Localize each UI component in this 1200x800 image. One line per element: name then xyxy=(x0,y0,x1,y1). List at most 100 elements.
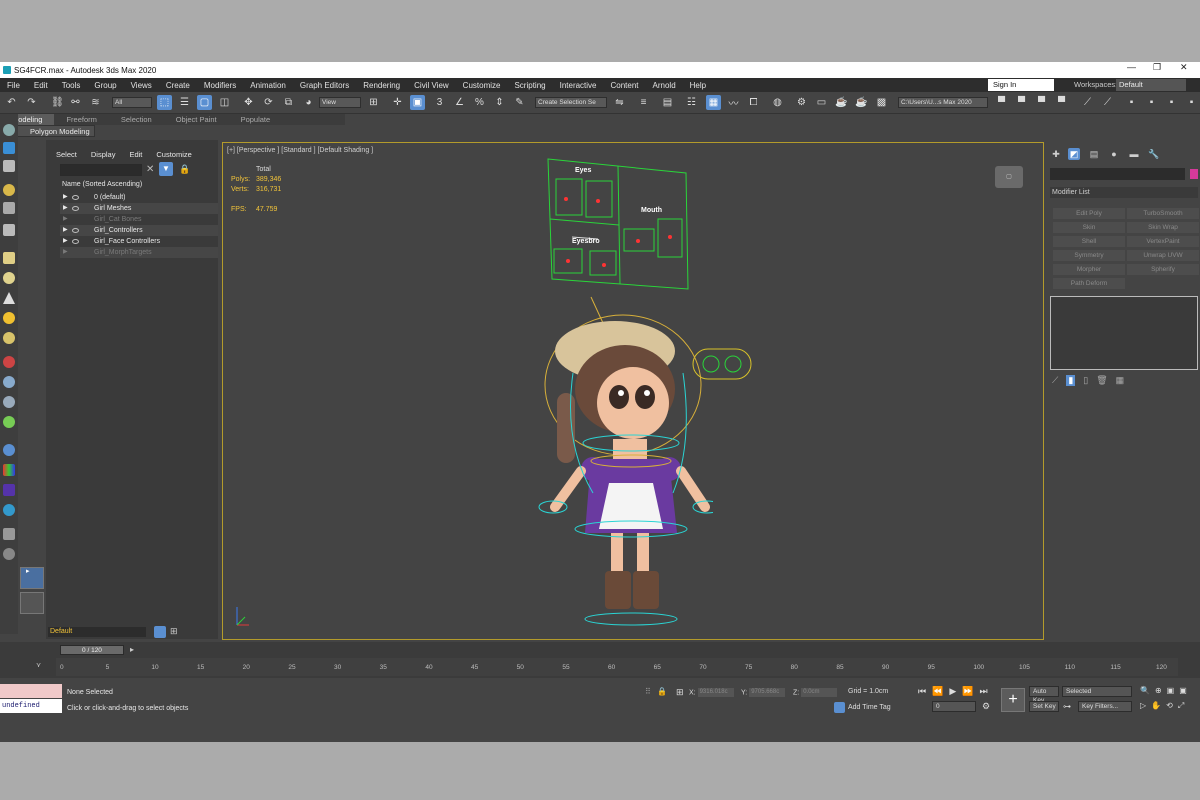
globe-icon[interactable] xyxy=(3,504,15,516)
play-icon[interactable]: ▶ xyxy=(949,686,956,697)
project-settings-icon[interactable]: ▀ xyxy=(1054,95,1069,110)
modifier-list-dropdown[interactable]: Modifier List xyxy=(1050,187,1198,198)
workspaces-dropdown[interactable]: Default xyxy=(1116,79,1186,91)
project-save-icon[interactable]: ▀ xyxy=(1034,95,1049,110)
edit-named-sel-icon[interactable]: ✎ xyxy=(512,95,527,110)
scene-row[interactable]: ▶ Girl_MorphTargets xyxy=(60,247,218,258)
face-controller-panel[interactable] xyxy=(546,157,691,291)
help-icon[interactable] xyxy=(3,548,15,560)
current-frame-field[interactable]: 0 xyxy=(932,701,976,712)
close-icon[interactable]: ✕ xyxy=(1180,62,1188,73)
link-icon[interactable]: ⛓ xyxy=(50,95,65,110)
modifier-vertexpaint-button[interactable]: VertexPaint xyxy=(1127,236,1199,247)
x-coordinate[interactable]: X: 9316.018c xyxy=(689,688,734,697)
spinner-snap-icon[interactable]: ⇕ xyxy=(492,95,507,110)
utilities-tab-icon[interactable]: 🔧 xyxy=(1148,148,1160,160)
render-online-icon[interactable]: ▩ xyxy=(874,95,889,110)
color-palette-icon[interactable] xyxy=(3,464,15,476)
menu-create[interactable]: Create xyxy=(159,81,197,90)
pin-stack-icon[interactable]: ⟋ xyxy=(1052,375,1058,386)
expand-arrow-icon[interactable]: ▸ xyxy=(26,567,36,577)
scene-row[interactable]: ▶ Girl Meshes xyxy=(60,203,218,214)
viewcube-icon[interactable]: ▢ xyxy=(995,166,1023,188)
add-time-tag[interactable]: Add Time Tag xyxy=(848,704,891,711)
redo-icon[interactable]: ↷ xyxy=(24,95,39,110)
filter-icon[interactable]: ▼ xyxy=(159,162,173,176)
menu-civil-view[interactable]: Civil View xyxy=(407,81,456,90)
isolate-icon[interactable]: ⠿ xyxy=(645,687,651,696)
make-unique-icon[interactable]: ▯ xyxy=(1083,375,1088,386)
hierarchy-tab-icon[interactable]: ▤ xyxy=(1088,148,1100,160)
modifier-shell-button[interactable]: Shell xyxy=(1053,236,1125,247)
curve-editor-icon[interactable]: 〰 xyxy=(726,95,741,110)
create-icon[interactable] xyxy=(3,142,15,154)
layer-explorer-icon[interactable]: ☷ xyxy=(684,95,699,110)
helper-icon[interactable] xyxy=(3,224,15,236)
modifier-skin-wrap-button[interactable]: Skin Wrap xyxy=(1127,222,1199,233)
motion-tab-icon[interactable]: ● xyxy=(1108,148,1120,160)
snaps-toggle-icon[interactable]: 3 xyxy=(432,95,447,110)
viewport-label[interactable]: [+] [Perspective ] [Standard ] [Default … xyxy=(227,147,373,154)
scale-icon[interactable]: ⧉ xyxy=(281,95,296,110)
key-mode-dropdown[interactable]: Selected xyxy=(1062,686,1132,697)
scene-menu-select[interactable]: Select xyxy=(56,150,77,159)
menu-content[interactable]: Content xyxy=(604,81,646,90)
layer-dropdown[interactable]: Default xyxy=(48,627,146,637)
key-mode-icon[interactable]: ⊶ xyxy=(1063,702,1071,711)
scene-row[interactable]: ▶ 0 (default) xyxy=(60,192,218,203)
y-coordinate[interactable]: Y: 9705.668c xyxy=(741,688,786,697)
rect-selection-icon[interactable]: ▢ xyxy=(197,95,212,110)
key-filters-button[interactable]: Key Filters... xyxy=(1078,701,1132,712)
modifier-turbosmooth-button[interactable]: TurboSmooth xyxy=(1127,208,1199,219)
sun-icon[interactable] xyxy=(3,312,15,324)
modifier-unwrap-uvw-button[interactable]: Unwrap UVW xyxy=(1127,250,1199,261)
auto-key-button[interactable]: Auto Key xyxy=(1029,686,1059,704)
brush-icon[interactable]: ⟋ xyxy=(1080,95,1095,110)
object-name-field[interactable] xyxy=(1050,168,1185,180)
menu-edit[interactable]: Edit xyxy=(27,81,55,90)
place-icon[interactable]: ◕ xyxy=(301,95,316,110)
camera-icon[interactable] xyxy=(3,202,15,214)
shape-icon[interactable] xyxy=(3,376,15,388)
mirror-icon[interactable]: ⇋ xyxy=(612,95,627,110)
scene-row[interactable]: ▶ Girl_Face Controllers xyxy=(60,236,218,247)
time-config-icon[interactable]: ⚙ xyxy=(982,701,990,712)
unlink-icon[interactable]: ⚯ xyxy=(68,95,83,110)
configure-sets-icon[interactable]: ▦ xyxy=(1116,375,1125,386)
project-path-dropdown[interactable]: C:\Users\U...s Max 2020 xyxy=(898,97,988,108)
scene-column-header[interactable]: Name (Sorted Ascending) xyxy=(62,181,142,188)
lock-icon[interactable]: 🔒 xyxy=(179,164,190,175)
remove-modifier-icon[interactable]: 🗑 xyxy=(1096,375,1107,386)
render-icon[interactable]: ☕ xyxy=(834,95,849,110)
project-folder-icon[interactable]: ▀ xyxy=(994,95,1009,110)
foliage-icon[interactable] xyxy=(3,416,15,428)
move-icon[interactable]: ✥ xyxy=(241,95,256,110)
toggle-scene-explorer-icon[interactable]: ▤ xyxy=(660,95,675,110)
display-icon[interactable] xyxy=(3,160,15,172)
set-key-icon[interactable]: + xyxy=(1001,688,1025,712)
modifier-path-deform-button[interactable]: Path Deform xyxy=(1053,278,1125,289)
tab-selection[interactable]: Selection xyxy=(109,114,164,125)
scene-row[interactable]: ▶ Girl_Cat Bones xyxy=(60,214,218,225)
undo-icon[interactable]: ↶ xyxy=(4,95,19,110)
menu-help[interactable]: Help xyxy=(683,81,713,90)
maxscript-listener-input[interactable] xyxy=(0,684,62,698)
modifier-edit-poly-button[interactable]: Edit Poly xyxy=(1053,208,1125,219)
manipulate-icon[interactable]: ✛ xyxy=(390,95,405,110)
ribbon-toggle-icon[interactable]: ▦ xyxy=(706,95,721,110)
window-crossing-icon[interactable]: ◫ xyxy=(217,95,232,110)
named-selection-dropdown[interactable]: Create Selection Se xyxy=(535,97,607,108)
script-icon[interactable] xyxy=(3,528,15,540)
time-slider-next-icon[interactable]: ▸ xyxy=(130,645,134,654)
perspective-viewport[interactable]: [+] [Perspective ] [Standard ] [Default … xyxy=(222,142,1044,640)
menu-group[interactable]: Group xyxy=(87,81,123,90)
selection-lock-icon[interactable]: 🔒 xyxy=(657,687,667,696)
clear-search-icon[interactable]: ✕ xyxy=(146,164,154,175)
go-to-end-icon[interactable]: ⏭ xyxy=(979,686,987,697)
tab-populate[interactable]: Populate xyxy=(229,114,283,125)
render-iterative-icon[interactable]: ☕ xyxy=(854,95,869,110)
maximize-viewport-icon[interactable]: ⤢ xyxy=(1178,701,1184,711)
particle-icon[interactable] xyxy=(3,356,15,368)
menu-file[interactable]: File xyxy=(0,81,27,90)
next-frame-icon[interactable]: ⏩ xyxy=(962,686,973,697)
